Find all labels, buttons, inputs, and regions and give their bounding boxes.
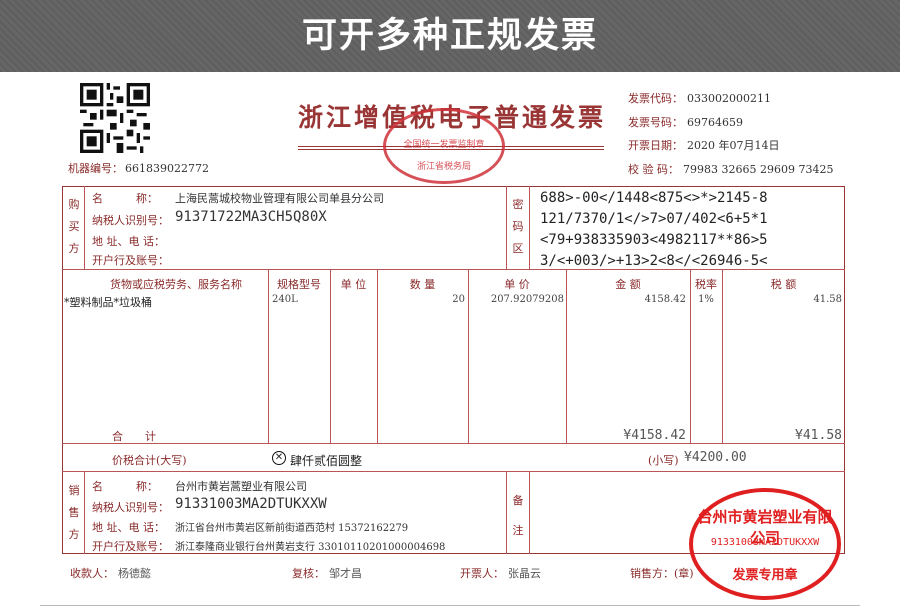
- buyer-bank-label: 开户行及账号：: [92, 254, 169, 267]
- item-qty: 20: [452, 294, 465, 305]
- seller-invoice-seal: 台州市黄岩塑业有限公司 91331003MA2DTUKXXW 发票专用章: [689, 488, 841, 600]
- subtotal-amount: ¥4158.42: [623, 428, 686, 443]
- buyer-section-label: 购买方: [68, 198, 80, 255]
- qr-code-icon: [80, 83, 150, 153]
- item-rate: 1%: [698, 294, 714, 305]
- total-in-words: 肆仟贰佰圆整: [290, 454, 363, 468]
- seal-subtitle: 浙江省税务局: [416, 162, 471, 172]
- col-divider: [268, 269, 269, 443]
- total-small-value: ¥4200.00: [684, 450, 747, 465]
- item-price: 207.92079208: [490, 294, 564, 305]
- seller-seal-number: 91331003MA2DTUKXXW: [710, 537, 820, 548]
- machine-number: 机器编号： 661839022772: [68, 162, 209, 175]
- buyer-address-label: 地 址、电 话：: [92, 235, 165, 248]
- col-divider: [506, 186, 507, 269]
- col-divider: [330, 269, 331, 443]
- col-header-rate: 税率: [695, 278, 717, 291]
- cipher-line: <79+938335903<4982117**86>5: [540, 232, 768, 248]
- subtotal-tax: ¥41.58: [795, 428, 842, 443]
- item-spec: 240L: [272, 294, 298, 305]
- check-code: 校 验 码： 79983 32665 29609 73425: [628, 163, 834, 176]
- seller-address: 浙江省台州市黄岩区新前街道西范村 15372162279: [175, 523, 409, 534]
- col-divider: [506, 471, 507, 554]
- col-divider: [84, 186, 85, 269]
- buyer-name: 上海民蒿城校物业管理有限公司单县分公司: [175, 192, 384, 205]
- total-small-label: (小写): [648, 454, 679, 467]
- remarks-section-label: 备注: [512, 494, 524, 537]
- seller-seal-label: 发票专用章: [732, 568, 798, 583]
- bottom-divider: [40, 605, 860, 606]
- seller-name: 台州市黄岩蒿塑业有限公司: [175, 480, 307, 493]
- seller-bank-label: 开户行及账号：: [92, 540, 169, 553]
- col-header-qty: 数 量: [409, 278, 436, 291]
- buyer-name-label: 名 称：: [92, 192, 158, 205]
- col-divider: [84, 471, 85, 554]
- buyer-tax-label: 纳税人识别号：: [92, 214, 169, 227]
- invoice-date: 开票日期： 2020 年07月14日: [628, 139, 780, 152]
- total-label: 价税合计(大写): [112, 454, 187, 467]
- item-name: *塑料制品*垃圾桶: [64, 296, 152, 309]
- col-header-amount: 金 额: [615, 278, 641, 291]
- footer-payee: 收款人： 杨德懿: [70, 567, 151, 580]
- cipher-area: 688>-00</1448<875<>*>2145-8 121/7370/1</>…: [540, 188, 768, 272]
- footer-seller-stamp: 销售方：(章): [630, 567, 694, 580]
- footer-drawer: 开票人： 张晶云: [460, 567, 541, 580]
- seller-address-label: 地 址、电 话：: [92, 521, 165, 534]
- col-divider: [529, 186, 530, 269]
- cipher-line: 121/7370/1</>7>07/402<6+5*1: [540, 211, 768, 227]
- seal-title: 全国统一发票监制章: [403, 140, 485, 150]
- col-header-tax: 税 额: [770, 278, 797, 291]
- cipher-section-label: 密码区: [512, 198, 524, 255]
- col-divider: [529, 471, 530, 554]
- seller-tax-label: 纳税人识别号：: [92, 501, 169, 514]
- cipher-line: 688>-00</1448<875<>*>2145-8: [540, 190, 768, 206]
- invoice-number: 发票号码： 69764659: [628, 116, 743, 129]
- footer-reviewer: 复核： 邹才昌: [292, 567, 362, 580]
- circled-x-icon: ✕: [272, 451, 286, 465]
- item-tax: 41.58: [813, 294, 842, 305]
- item-amount: 4158.42: [644, 294, 686, 305]
- seller-name-label: 名 称：: [92, 480, 158, 493]
- subtotal-label: 合 计: [112, 430, 156, 443]
- row-divider: [62, 471, 845, 472]
- col-header-unit: 单 位: [340, 278, 367, 291]
- col-header-name: 货物或应税劳务、服务名称: [110, 278, 242, 291]
- col-header-spec: 规格型号: [277, 278, 321, 291]
- buyer-tax-id: 91371722MA3CH5Q80X: [175, 209, 327, 225]
- seller-section-label: 销售方: [68, 484, 80, 541]
- seller-tax-id: 91331003MA2DTUKXXW: [175, 496, 327, 512]
- cipher-line: 3/<+003/>+13>2<8</<26946-5<: [540, 253, 768, 269]
- page-banner: 可开多种正规发票: [0, 0, 900, 72]
- invoice-code: 发票代码： 033002000211: [628, 92, 771, 105]
- col-header-price: 单 价: [504, 278, 530, 291]
- tax-bureau-seal: 全国统一发票监制章 浙江省税务局: [383, 108, 505, 184]
- seller-bank: 浙江泰隆商业银行台州黄岩支行 33010110201000004698: [175, 542, 446, 553]
- row-divider: [62, 443, 845, 444]
